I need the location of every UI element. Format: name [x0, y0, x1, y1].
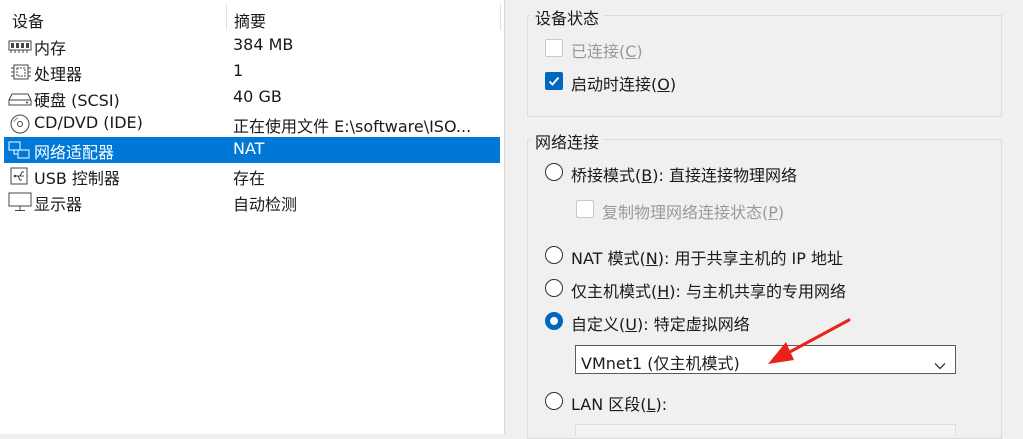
device-name: 硬盘 (SCSI) — [34, 91, 120, 110]
connect-at-power-on-label: 启动时连接(O) — [571, 75, 677, 94]
custom-network-selected-value: VMnet1 (仅主机模式) — [581, 354, 740, 373]
device-row-processor[interactable]: 处理器 1 — [4, 59, 500, 85]
custom-network-radio[interactable] — [545, 312, 563, 330]
device-name: 显示器 — [34, 195, 83, 214]
device-summary: 1 — [233, 61, 244, 80]
device-row-usb-controller[interactable]: USB 控制器 存在 — [4, 163, 500, 189]
custom-network-dropdown[interactable]: VMnet1 (仅主机模式) — [575, 345, 956, 374]
host-only-mode-label: 仅主机模式(H): 与主机共享的专用网络 — [571, 282, 847, 301]
hard-disk-icon — [8, 88, 32, 108]
custom-network-label: 自定义(U): 特定虚拟网络 — [571, 315, 750, 334]
usb-icon — [8, 166, 32, 186]
host-only-mode-radio[interactable] — [545, 279, 563, 297]
connected-label: 已连接(C) — [571, 42, 643, 61]
column-header-device[interactable]: 设备 — [12, 8, 44, 32]
bridged-mode-radio[interactable] — [545, 163, 563, 181]
connected-checkbox[interactable] — [545, 39, 563, 57]
device-summary: 正在使用文件 E:\software\ISO... — [233, 117, 472, 136]
device-name: CD/DVD (IDE) — [34, 113, 143, 132]
device-row-hard-disk[interactable]: 硬盘 (SCSI) 40 GB — [4, 85, 500, 111]
display-icon — [8, 192, 32, 212]
network-adapter-icon — [8, 140, 32, 160]
device-name: 处理器 — [34, 65, 83, 84]
device-summary: 40 GB — [233, 87, 282, 106]
device-status-group — [527, 15, 1002, 117]
device-row-memory[interactable]: 内存 384 MB — [4, 33, 500, 59]
device-summary: 自动检测 — [233, 195, 298, 214]
device-row-display[interactable]: 显示器 自动检测 — [4, 189, 500, 215]
cd-dvd-icon — [8, 114, 32, 134]
device-row-cd-dvd[interactable]: CD/DVD (IDE) 正在使用文件 E:\software\ISO... — [4, 111, 500, 137]
column-divider[interactable] — [500, 4, 501, 30]
device-name: USB 控制器 — [34, 169, 120, 188]
replicate-state-label: 复制物理网络连接状态(P) — [602, 203, 785, 222]
device-list-pane: 设备 摘要 内存 384 MB 处理器 1 硬盘 (SCSI) 40 GB CD… — [0, 0, 505, 434]
memory-icon — [8, 36, 32, 56]
lan-segment-radio[interactable] — [545, 392, 563, 410]
nat-mode-radio[interactable] — [545, 246, 563, 264]
device-summary: NAT — [233, 139, 265, 158]
chevron-down-icon — [934, 355, 946, 374]
device-status-title: 设备状态 — [531, 5, 604, 29]
cpu-icon — [8, 62, 32, 82]
column-divider[interactable] — [226, 4, 227, 30]
nat-mode-label: NAT 模式(N): 用于共享主机的 IP 地址 — [571, 249, 844, 268]
column-header-summary[interactable]: 摘要 — [234, 8, 266, 32]
connect-at-power-on-checkbox[interactable] — [545, 72, 563, 90]
lan-segment-label: LAN 区段(L): — [571, 395, 668, 414]
bridged-mode-label: 桥接模式(B): 直接连接物理网络 — [571, 166, 797, 185]
device-row-network-adapter[interactable]: 网络适配器 NAT — [4, 137, 500, 163]
device-name: 网络适配器 — [34, 143, 115, 162]
device-summary: 384 MB — [233, 35, 294, 54]
network-connection-title: 网络连接 — [531, 129, 604, 153]
replicate-state-checkbox[interactable] — [576, 200, 594, 218]
device-list-header: 设备 摘要 — [0, 0, 504, 32]
lan-segment-dropdown[interactable] — [575, 424, 956, 436]
device-name: 内存 — [34, 39, 67, 58]
device-summary: 存在 — [233, 169, 266, 188]
